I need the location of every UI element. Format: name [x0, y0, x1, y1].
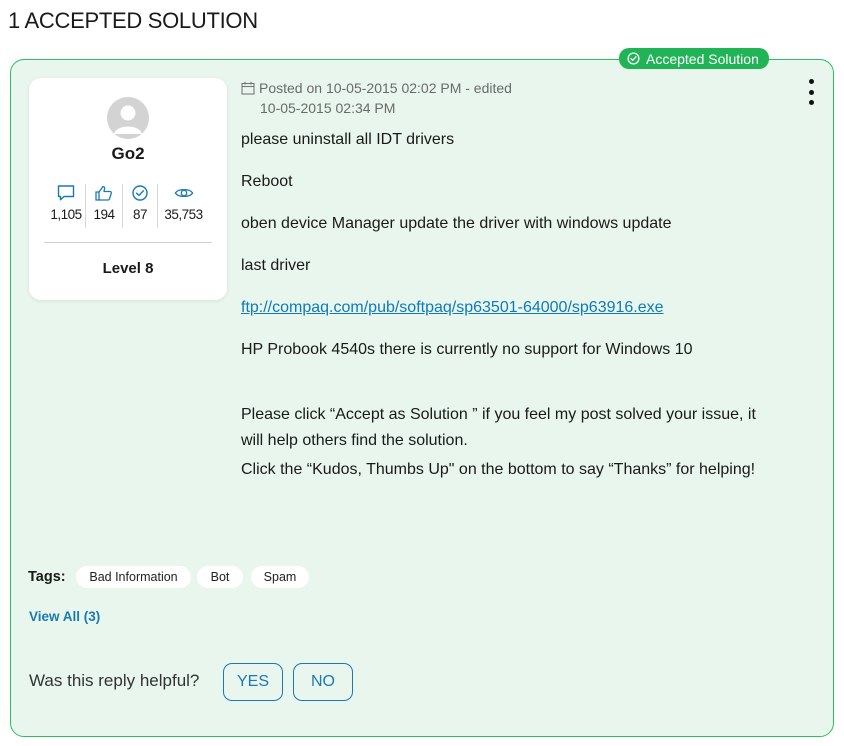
helpful-question: Was this reply helpful?	[29, 671, 200, 690]
driver-download-link[interactable]: ftp://compaq.com/pub/softpaq/sp63501-640…	[241, 299, 664, 316]
body-line: Click the “Kudos, Thumbs Up" on the bott…	[241, 461, 756, 478]
edited-date: 10-05-2015 02:34 PM	[260, 100, 396, 116]
user-avatar-icon	[107, 97, 149, 139]
stat-value: 1,105	[50, 207, 82, 222]
author-stats: 1,105 194 87 35,753	[47, 184, 209, 228]
tag-bad-information[interactable]: Bad Information	[76, 566, 191, 588]
tags-label: Tags:	[28, 569, 66, 585]
tag-bot[interactable]: Bot	[197, 566, 243, 588]
view-all-tags-link[interactable]: View All (3)	[29, 609, 100, 624]
comment-icon	[57, 185, 75, 201]
post-meta: Posted on 10-05-2015 02:02 PM - edited 1…	[241, 78, 512, 118]
author-level: Level 8	[102, 260, 154, 277]
body-line: HP Probook 4540s there is currently no s…	[241, 341, 693, 358]
stat-solutions: 87	[123, 184, 157, 228]
calendar-icon	[241, 81, 255, 95]
stat-kudos: 194	[86, 184, 122, 228]
divider	[44, 242, 212, 243]
check-circle-icon	[132, 185, 148, 201]
badge-label: Accepted Solution	[646, 50, 759, 67]
no-button[interactable]: NO	[293, 663, 353, 701]
body-line: please uninstall all IDT drivers	[241, 131, 455, 148]
tag-spam[interactable]: Spam	[251, 566, 309, 588]
check-circle-icon	[627, 52, 640, 65]
body-line: Please click “Accept as Solution ” if yo…	[241, 406, 756, 423]
avatar[interactable]	[107, 97, 149, 139]
author-card: Go2 1,105 194 87 35,753 Level 8	[29, 78, 227, 300]
body-line: Reboot	[241, 173, 293, 190]
stat-value: 87	[132, 207, 148, 222]
yes-button[interactable]: YES	[223, 663, 283, 701]
stat-posts: 1,105	[47, 184, 85, 228]
posted-date: Posted on 10-05-2015 02:02 PM - edited	[259, 80, 512, 96]
more-options-icon[interactable]	[803, 79, 819, 105]
stat-value: 194	[93, 207, 115, 222]
eye-icon	[174, 188, 193, 198]
accepted-solution-badge: Accepted Solution	[619, 48, 769, 69]
thumbs-up-icon	[95, 185, 112, 201]
author-name[interactable]: Go2	[29, 144, 227, 164]
body-line: will help others find the solution.	[241, 432, 468, 449]
body-line: last driver	[241, 257, 311, 274]
body-line: oben device Manager update the driver wi…	[241, 215, 672, 232]
stat-value: 35,753	[164, 207, 203, 222]
stat-views: 35,753	[158, 184, 209, 228]
section-heading: 1 ACCEPTED SOLUTION	[8, 8, 258, 33]
